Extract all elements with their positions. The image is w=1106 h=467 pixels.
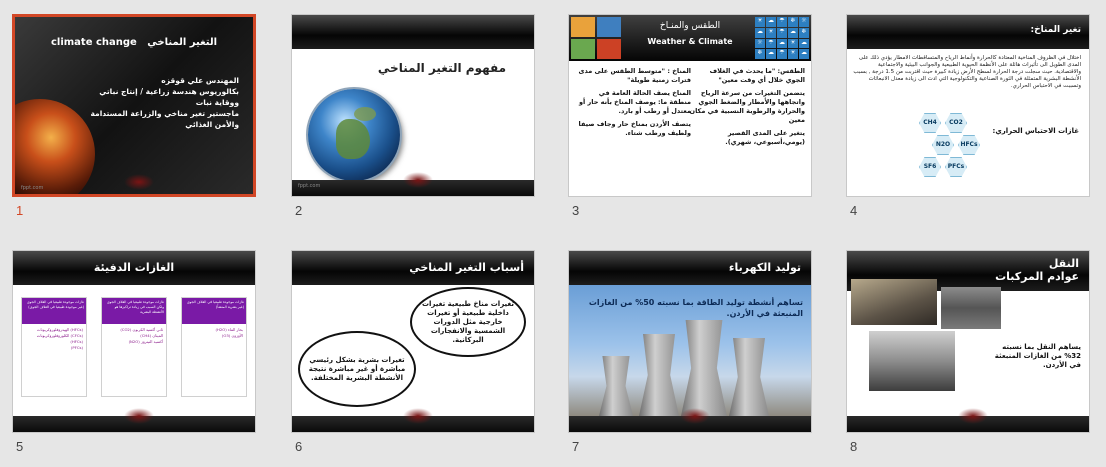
slide-8-text: يساهم النقل بما نسبته 32% من الغازات الم… (994, 343, 1081, 369)
slide-6-title: أسباب التغير المناخي (409, 261, 524, 274)
weather-column: الطقس: "ما يحدث في الغلاف الجوي خلال أي … (689, 67, 805, 146)
gas-category-box: غازات موجودة طبيعيا في الغلاف الجوي ولكن… (101, 297, 167, 397)
car-exhaust-photo (869, 331, 955, 391)
globe-image (308, 89, 400, 181)
slide-footer (292, 408, 534, 432)
slide-cell-8: النقل عوادم المركبات يساهم النقل بما نسب… (846, 250, 1090, 462)
slide-thumbnail-8[interactable]: النقل عوادم المركبات يساهم النقل بما نسب… (846, 250, 1090, 433)
slide-thumbnail-7[interactable]: توليد الكهرباء تساهم أنشطة توليد الطاقة … (568, 250, 812, 433)
slide-cell-3: ☀ ☁ ☂ ❄ ☼ ☁ ☀ ☂ ☁ ❄ ☼ ☂ ☁ ☀ ☁ ❄ ☁ ☂ ☀ ☁ الطقس والمنـاخ W… (568, 14, 812, 226)
gas-hexagon: CH4 (919, 113, 941, 133)
slide-8-title: النقل عوادم المركبات (995, 257, 1079, 283)
gas-hexagon: PFCs (945, 157, 967, 177)
slide-header-bar (292, 15, 534, 49)
slide-3-title-en: Weather & Climate (647, 37, 733, 46)
slide-number-5: 5 (16, 439, 24, 454)
slide-1-body: المهندس علي قوقزه بكالوريوس هندسة زراعية… (90, 76, 240, 129)
gas-category-box: غازات موجودة طبيعيا في الغلاف الجوي (غير… (181, 297, 247, 397)
slide-5-title: الغازات الدفيئة (93, 261, 175, 274)
slide-footer: fppt.com (15, 174, 253, 194)
gas-hexagon: SF6 (919, 157, 941, 177)
gas-hexagon: CO2 (945, 113, 967, 133)
slide-number-3: 3 (572, 203, 580, 218)
slide-cell-5: الغازات الدفيئة غازات موجودة طبيعيا في ا… (12, 250, 256, 462)
slide-cell-7: توليد الكهرباء تساهم أنشطة توليد الطاقة … (568, 250, 812, 462)
slide-number-7: 7 (572, 439, 580, 454)
slide-4-subtitle: غازات الاحتباس الحراري: (992, 127, 1079, 135)
weather-photo-tiles (571, 17, 621, 59)
slide-1-title: climate change التغير المناخي (25, 37, 243, 48)
climate-column: المناخ : "متوسط الطقس على مدى فترات زمني… (578, 67, 691, 137)
truck-exhaust-photo (851, 279, 937, 325)
slide-footer (847, 408, 1089, 432)
slide-4-body: اختلال في الظروف المناخية المعتادة كالحر… (853, 55, 1081, 89)
traffic-jam-photo (941, 287, 1001, 329)
gas-hexagon: HFCs (958, 135, 980, 155)
slide-sorter-grid: climate change التغير المناخي المهندس عل… (0, 0, 1106, 467)
slide-number-1: 1 (16, 203, 24, 218)
slide-2-title: مفهوم التغير المناخي (377, 61, 507, 75)
natural-causes-oval: تغيرات مناخ طبيعية تغيرات داخلية طبيعية … (410, 287, 526, 357)
slide-thumbnail-1[interactable]: climate change التغير المناخي المهندس عل… (12, 14, 256, 197)
slide-number-2: 2 (295, 203, 303, 218)
slide-1-title-en: climate change (50, 37, 137, 48)
slide-cell-4: تغير المناخ: اختلال في الظروف المناخية ا… (846, 14, 1090, 226)
slide-3-title-ar: الطقس والمنـاخ (659, 21, 721, 31)
slide-number-6: 6 (295, 439, 303, 454)
gas-category-box: غازات موجودة طبيعيا في الغلاف الجوي (غير… (21, 297, 87, 397)
slide-cell-2: مفهوم التغير المناخي fppt.com 2 (291, 14, 535, 226)
slide-footer: fppt.com (292, 172, 534, 196)
slide-footer (569, 408, 811, 432)
slide-thumbnail-5[interactable]: الغازات الدفيئة غازات موجودة طبيعيا في ا… (12, 250, 256, 433)
gas-hexagon: N2O (932, 135, 954, 155)
slide-number-8: 8 (850, 439, 858, 454)
slide-thumbnail-6[interactable]: أسباب التغير المناخي تغيرات مناخ طبيعية … (291, 250, 535, 433)
slide-cell-6: أسباب التغير المناخي تغيرات مناخ طبيعية … (291, 250, 535, 462)
slide-1-title-ar: التغير المناخي (147, 37, 218, 48)
slide-footer (13, 408, 255, 432)
slide-7-text: تساهم أنشطة توليد الطاقة بما نسبته 50% م… (588, 298, 803, 318)
weather-icon-tiles: ☀ ☁ ☂ ❄ ☼ ☁ ☀ ☂ ☁ ❄ ☼ ☂ ☁ ☀ ☁ ❄ ☁ ☂ ☀ ☁ (755, 17, 809, 59)
slide-thumbnail-3[interactable]: ☀ ☁ ☂ ❄ ☼ ☁ ☀ ☂ ☁ ❄ ☼ ☂ ☁ ☀ ☁ ❄ ☁ ☂ ☀ ☁ الطقس والمنـاخ W… (568, 14, 812, 197)
slide-7-title: توليد الكهرباء (728, 261, 801, 274)
slide-thumbnail-4[interactable]: تغير المناخ: اختلال في الظروف المناخية ا… (846, 14, 1090, 197)
slide-cell-1: climate change التغير المناخي المهندس عل… (12, 14, 256, 226)
slide-number-4: 4 (850, 203, 858, 218)
slide-4-title: تغير المناخ: (1030, 25, 1081, 35)
slide-thumbnail-2[interactable]: مفهوم التغير المناخي fppt.com (291, 14, 535, 197)
human-causes-oval: تغيرات بشرية بشكل رئيسي مباشرة أو غير مب… (298, 331, 416, 407)
